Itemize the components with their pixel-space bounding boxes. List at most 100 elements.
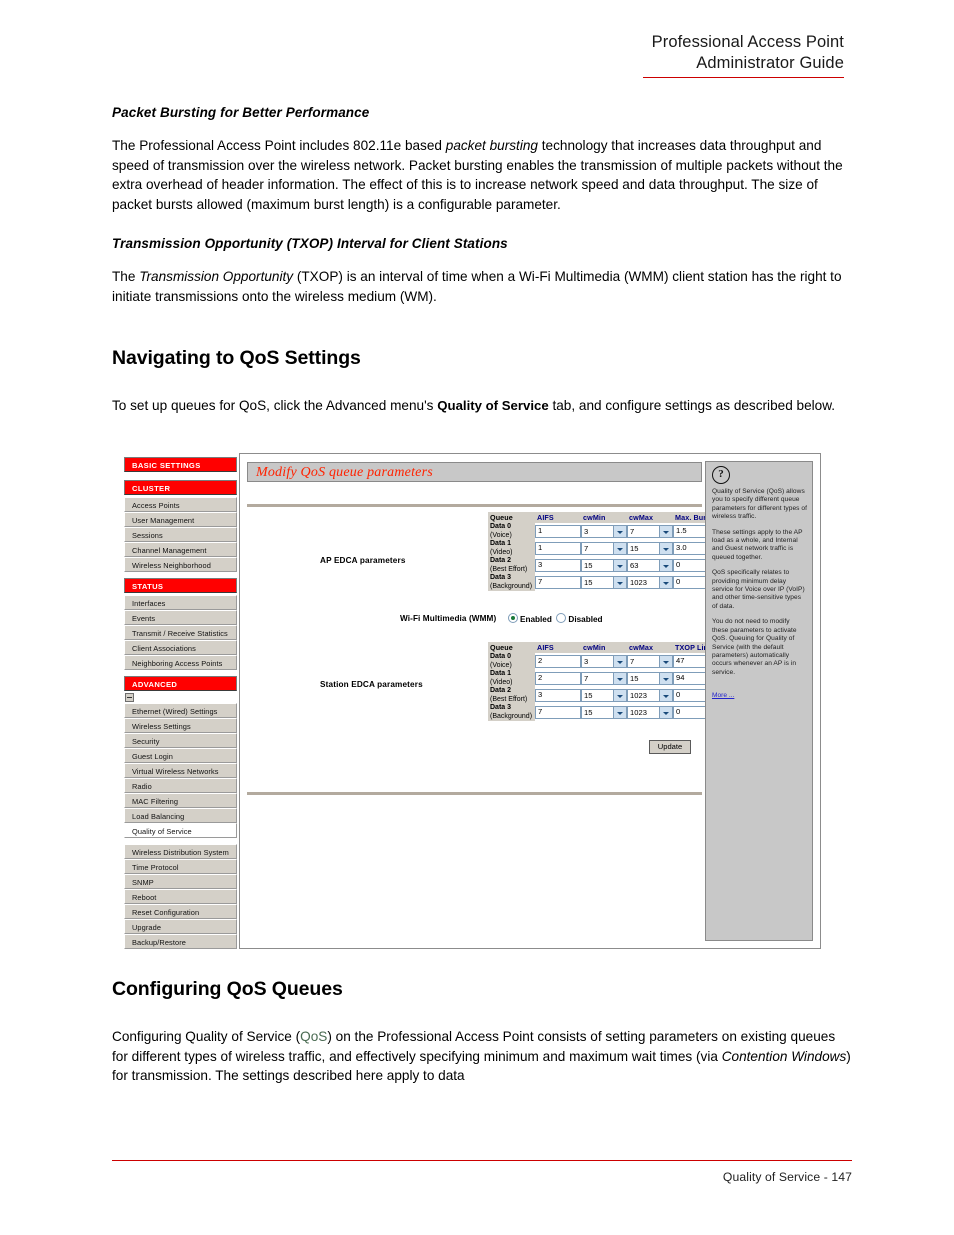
- queue-name: Data 2: [490, 687, 512, 694]
- sidebar-item-wireless-distribution-system[interactable]: Wireless Distribution System: [124, 844, 237, 859]
- sidebar-item-sessions[interactable]: Sessions: [124, 527, 237, 542]
- aifs-input[interactable]: 3: [535, 689, 582, 702]
- aifs-cell: 3: [535, 687, 582, 704]
- aifs-input[interactable]: 1: [535, 525, 582, 538]
- question-mark-icon[interactable]: ?: [712, 466, 730, 484]
- page-footer: Quality of Service - 147: [112, 1160, 852, 1184]
- cwmax-select[interactable]: 63: [627, 559, 674, 572]
- chevron-down-icon: [613, 673, 627, 684]
- chevron-down-icon: [659, 690, 673, 701]
- cwmax-cell: 15: [627, 540, 674, 557]
- sidebar-item-interfaces[interactable]: Interfaces: [124, 595, 237, 610]
- sidebar-section-cluster[interactable]: CLUSTER: [124, 480, 237, 495]
- chevron-down-icon: [613, 560, 627, 571]
- cwmax-select[interactable]: 7: [627, 525, 674, 538]
- cwmax-value: 7: [630, 527, 635, 536]
- sidebar-item-channel-management[interactable]: Channel Management: [124, 542, 237, 557]
- sidebar-item-client-associations[interactable]: Client Associations: [124, 640, 237, 655]
- pb-text-1: The Professional Access Point includes 8…: [112, 138, 446, 153]
- queue-name: Data 3: [490, 704, 512, 711]
- sidebar-section-basic-settings[interactable]: BASIC SETTINGS: [124, 457, 237, 472]
- cwmin-value: 3: [584, 657, 589, 666]
- chevron-down-icon: [659, 656, 673, 667]
- chevron-down-icon: [659, 543, 673, 554]
- sidebar-item-virtual-wireless-networks[interactable]: Virtual Wireless Networks: [124, 763, 237, 778]
- sidebar-item-access-points[interactable]: Access Points: [124, 497, 237, 512]
- cwmax-cell: 63: [627, 557, 674, 574]
- table-row: Data 2 (Best Effort) 3 15 1023 0: [488, 687, 726, 704]
- sidebar-item-load-balancing[interactable]: Load Balancing: [124, 808, 237, 823]
- cwmax-select[interactable]: 1023: [627, 689, 674, 702]
- sidebar-section-status[interactable]: STATUS: [124, 578, 237, 593]
- paragraph-navigating: To set up queues for QoS, click the Adva…: [112, 396, 852, 416]
- aifs-input[interactable]: 7: [535, 706, 582, 719]
- table-row: Data 3 (Background) 7 15 1023 0: [488, 704, 726, 721]
- sidebar-item-ethernet-wired-settings[interactable]: Ethernet (Wired) Settings: [124, 703, 237, 718]
- cwmin-select[interactable]: 15: [581, 689, 628, 702]
- sidebar-item-reboot[interactable]: Reboot: [124, 889, 237, 904]
- cwmin-select[interactable]: 3: [581, 525, 628, 538]
- table-row: Data 0 (Voice) 2 3 7 47: [488, 653, 726, 670]
- cwmax-select[interactable]: 1023: [627, 576, 674, 589]
- chevron-down-icon: [613, 656, 627, 667]
- table-row: Data 0 (Voice) 1 3 7 1.5: [488, 523, 726, 540]
- chevron-down-icon: [659, 560, 673, 571]
- aifs-input[interactable]: 7: [535, 576, 582, 589]
- cwmin-select[interactable]: 15: [581, 559, 628, 572]
- cwmax-select[interactable]: 15: [627, 542, 674, 555]
- pb-emphasis: packet bursting: [445, 138, 538, 153]
- chevron-down-icon: [613, 526, 627, 537]
- table-header-row: Queue AIFS cwMin cwMax TXOP Limit: [488, 642, 726, 653]
- sidebar-item-snmp[interactable]: SNMP: [124, 874, 237, 889]
- wmm-label: Wi-Fi Multimedia (WMM): [400, 614, 497, 623]
- sidebar-item-quality-of-service[interactable]: Quality of Service: [124, 823, 237, 838]
- update-button[interactable]: Update: [649, 740, 691, 754]
- sidebar-item-events[interactable]: Events: [124, 610, 237, 625]
- aifs-input[interactable]: 1: [535, 542, 582, 555]
- sidebar-item-transmit-receive-statistics[interactable]: Transmit / Receive Statistics: [124, 625, 237, 640]
- wmm-disabled-label[interactable]: Disabled: [568, 615, 602, 624]
- collapse-minus-icon[interactable]: [125, 693, 134, 702]
- help-more-link[interactable]: More ...: [712, 692, 734, 699]
- sidebar-item-wireless-neighborhood[interactable]: Wireless Neighborhood: [124, 557, 237, 572]
- sidebar-section-advanced[interactable]: ADVANCED: [124, 676, 237, 691]
- sidebar-item-mac-filtering[interactable]: MAC Filtering: [124, 793, 237, 808]
- cwmax-select[interactable]: 7: [627, 655, 674, 668]
- queue-cell: Data 0 (Voice): [488, 523, 536, 540]
- cwmin-value: 7: [584, 544, 589, 553]
- sidebar-item-user-management[interactable]: User Management: [124, 512, 237, 527]
- wmm-enabled-label[interactable]: Enabled: [520, 615, 552, 624]
- cwmin-select[interactable]: 15: [581, 576, 628, 589]
- cwmin-select[interactable]: 3: [581, 655, 628, 668]
- cwmax-value: 7: [630, 657, 635, 666]
- sidebar-item-upgrade[interactable]: Upgrade: [124, 919, 237, 934]
- sidebar-item-time-protocol[interactable]: Time Protocol: [124, 859, 237, 874]
- help-paragraph-1: Quality of Service (QoS) allows you to s…: [712, 488, 807, 521]
- guide-title-line2: Administrator Guide: [696, 54, 844, 72]
- cwmax-select[interactable]: 15: [627, 672, 674, 685]
- sidebar-item-security[interactable]: Security: [124, 733, 237, 748]
- sidebar-item-guest-login[interactable]: Guest Login: [124, 748, 237, 763]
- aifs-input[interactable]: 2: [535, 672, 582, 685]
- cwmax-select[interactable]: 1023: [627, 706, 674, 719]
- sidebar-item-neighboring-access-points[interactable]: Neighboring Access Points: [124, 655, 237, 670]
- sidebar-item-wireless-settings[interactable]: Wireless Settings: [124, 718, 237, 733]
- radio-disabled-icon[interactable]: [556, 613, 567, 623]
- aifs-cell: 7: [535, 704, 582, 721]
- cwmin-select[interactable]: 7: [581, 672, 628, 685]
- cwmin-value: 3: [584, 527, 589, 536]
- divider-bottom: [247, 792, 702, 795]
- table-row: Data 1 (Video) 1 7 15 3.0: [488, 540, 726, 557]
- cwmin-select[interactable]: 15: [581, 706, 628, 719]
- aifs-input[interactable]: 2: [535, 655, 582, 668]
- aifs-input[interactable]: 3: [535, 559, 582, 572]
- page-header: Professional Access Point Administrator …: [444, 32, 844, 78]
- sidebar-item-backup-restore[interactable]: Backup/Restore: [124, 934, 237, 949]
- radio-enabled-icon[interactable]: [508, 613, 518, 623]
- cwmin-select[interactable]: 7: [581, 542, 628, 555]
- cwmin-value: 7: [584, 674, 589, 683]
- sidebar-item-radio[interactable]: Radio: [124, 778, 237, 793]
- sidebar-item-reset-configuration[interactable]: Reset Configuration: [124, 904, 237, 919]
- queue-type: (Video): [490, 678, 513, 686]
- col-cwmin: cwMin: [581, 512, 628, 523]
